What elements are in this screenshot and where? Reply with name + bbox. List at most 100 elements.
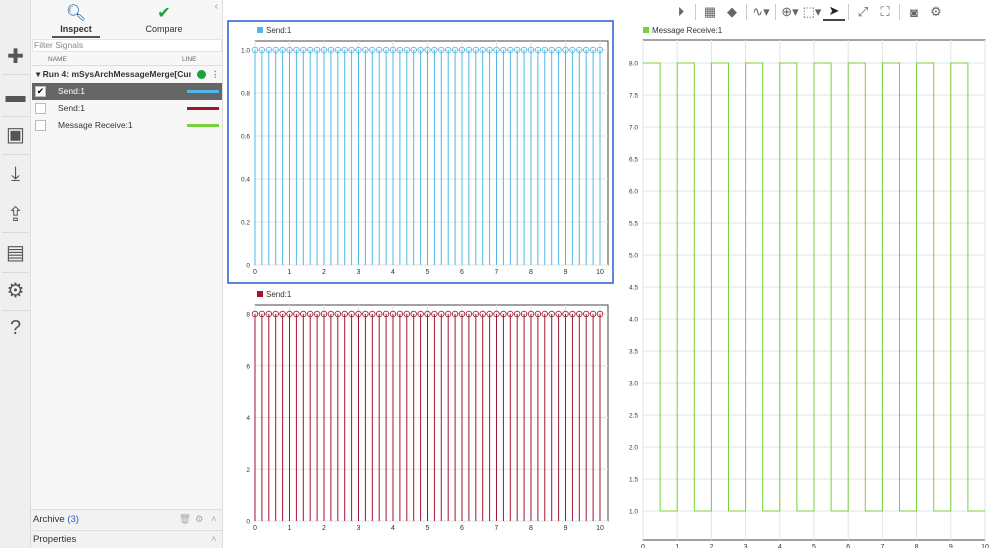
stem-marker [334,46,341,54]
trash-icon[interactable]: 🗑︎ [179,510,191,530]
plot-send-1-bottom[interactable]: 0 1 2 3 4 5 6 7 8 9 10 0 2 4 6 8 Send:1 [246,290,609,532]
signal-style-icon[interactable]: ∿▾ [750,4,772,20]
plot-send-1-top[interactable]: 0 1 2 3 4 5 6 7 8 9 10 0 0.2 0.4 0.6 0.8 1.0 Send:1 [241,26,609,276]
plot-toolbar: ⏵ ▦ ◆ ∿▾ ⊕▾ ⬚▾ ➤ ⤢ ⛶ ◙ ⚙ [670,2,947,22]
legend-label: Message Receive:1 [652,26,723,35]
signal-checkbox[interactable] [35,120,46,131]
properties-section[interactable]: Properties ˄ [31,530,222,548]
stem-marker [438,46,445,54]
stem-marker [327,310,335,318]
expand-icon[interactable]: ⤢ [852,4,874,20]
y-tick-label: 2.5 [629,413,638,420]
stem-marker [341,310,348,318]
stem-marker [472,310,479,318]
share-icon[interactable]: ⇪ [3,202,28,227]
run-label: Run 4: mSysArchMessageMerge[Current] [42,69,191,79]
gear-icon[interactable]: ⚙ [3,278,28,303]
x-tick-label: 6 [846,544,850,548]
x-tick-label: 5 [426,525,430,532]
stem-marker [417,310,424,318]
stem-marker [251,46,259,54]
stem-marker [562,310,569,318]
stem-marker [313,46,321,54]
x-tick-label: 3 [357,269,361,276]
x-tick-label: 2 [322,525,326,532]
run-row[interactable]: ▾ Run 4: mSysArchMessageMerge[Current] ⋮ [32,66,222,83]
stem-marker [527,46,535,54]
signal-panel: 🔍︎ Inspect ✔ Compare ‹ Filter Signals NA… [31,0,223,548]
layout-icon[interactable]: ▦ [699,4,721,20]
tab-inspect[interactable]: 🔍︎ Inspect [41,4,111,38]
y-tick-label: 5.0 [629,253,638,260]
stem-marker [348,310,355,318]
line-swatch[interactable] [187,124,219,127]
y-tick-label: 6.0 [629,189,638,196]
stem-marker [327,46,335,54]
stem-marker [410,46,417,54]
stem-marker [486,46,493,54]
camera-icon[interactable]: ◙ [903,5,925,20]
column-line[interactable]: LINE [182,56,196,63]
signal-row[interactable]: ✔ Send:1 [32,83,222,100]
x-tick-label: 1 [675,544,679,548]
y-tick-label: 3.5 [629,349,638,356]
x-tick-label: 9 [949,544,953,548]
stem-marker [279,46,286,54]
archive-count: (3) [67,514,79,525]
stem-marker [493,46,500,54]
stem-marker [389,46,397,54]
signal-checkbox[interactable]: ✔ [35,86,46,97]
signal-row[interactable]: Message Receive:1 [32,117,222,134]
y-tick-label: 5.5 [629,221,638,228]
stem-marker [320,46,328,54]
chevron-up-icon[interactable]: ˄ [211,510,217,530]
more-options-icon[interactable]: ⋮ [211,66,220,83]
stem-marker [410,310,417,318]
y-tick-label: 6 [246,363,250,370]
gear-icon[interactable]: ⚙ [195,510,204,530]
tab-compare[interactable]: ✔ Compare [129,4,199,34]
stem-marker [479,310,486,318]
filter-signals-input[interactable]: Filter Signals [32,39,222,52]
signal-checkbox[interactable] [35,103,46,114]
plus-icon[interactable]: ✚ [3,44,28,69]
zoom-icon[interactable]: ⊕▾ [779,4,801,20]
fullscreen-icon[interactable]: ⛶ [874,4,896,20]
download-icon[interactable]: ⤓ [3,162,28,187]
plot-message-receive[interactable]: 0 1 2 3 4 5 6 7 8 9 10 1.0 1.5 2.0 2.5 3.0 3.5 4.0 4.5 5.0 5… [629,26,989,548]
y-tick-label: 0.2 [241,220,250,227]
signal-row[interactable]: Send:1 [32,100,222,117]
x-tick-label: 1 [288,269,292,276]
chevron-up-icon[interactable]: ˄ [211,531,217,549]
stem-marker [465,310,473,318]
tab-label: Compare [145,24,183,34]
legend-swatch [257,27,263,33]
stem-marker [382,46,390,54]
stem-marker [403,46,410,54]
help-icon[interactable]: ? [3,316,28,341]
stem-marker [596,310,604,318]
eraser-icon[interactable]: ◆ [721,4,743,20]
column-name[interactable]: NAME [48,56,67,63]
y-tick-label: 4 [246,415,250,422]
fit-icon[interactable]: ⬚▾ [801,4,823,20]
archive-section[interactable]: Archive (3) 🗑︎ ⚙ ˄ [31,509,222,529]
settings-icon[interactable]: ⚙ [925,4,947,20]
stem-marker [569,46,576,54]
report-icon[interactable]: ▤ [3,240,28,265]
y-tick-label: 2 [246,467,250,474]
folder-icon[interactable]: ▬ [3,84,28,109]
play-icon[interactable]: ⏵ [670,4,692,20]
legend-swatch [643,27,649,33]
x-tick-label: 7 [495,525,499,532]
line-swatch[interactable] [187,90,219,93]
cursor-icon[interactable]: ➤ [823,3,845,21]
plot-area [254,40,609,266]
signal-name: Send:1 [58,103,85,113]
save-icon[interactable]: ▣ [3,122,28,147]
line-swatch[interactable] [187,107,219,110]
x-tick-label: 4 [778,544,782,548]
collapse-panel-icon[interactable]: ‹ [215,1,218,12]
x-tick-label: 10 [596,525,604,532]
stem-marker [583,310,590,318]
